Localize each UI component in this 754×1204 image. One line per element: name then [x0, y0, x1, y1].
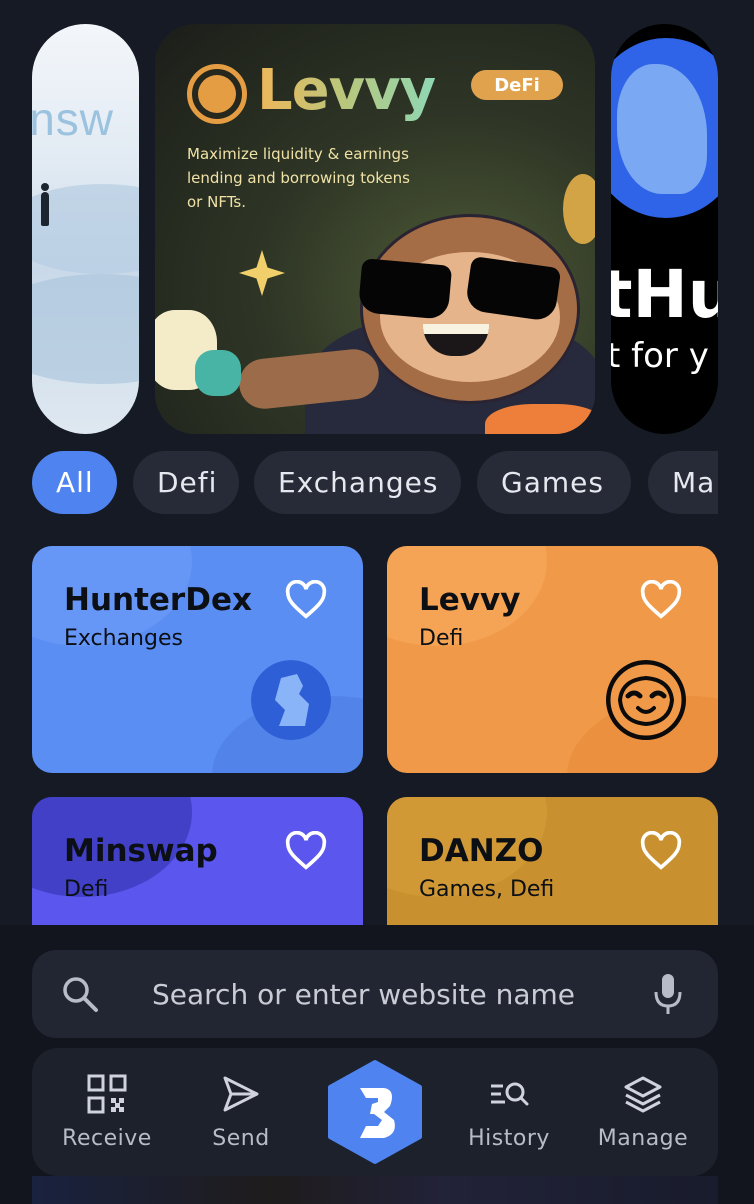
- banner-description: Maximize liquidity & earnings lending an…: [187, 145, 410, 211]
- category-filter-bar: All Defi Exchanges Games Ma: [32, 451, 718, 514]
- nav-send-label: Send: [212, 1125, 270, 1151]
- banner-logo-text: Levvy: [257, 58, 436, 123]
- hunterdex-logo-icon: [251, 660, 331, 740]
- nav-history[interactable]: History: [444, 1048, 574, 1176]
- dapp-card-levvy[interactable]: Levvy Defi: [387, 546, 718, 773]
- brand-logo-icon[interactable]: [326, 1060, 424, 1164]
- history-search-icon: [491, 1082, 529, 1105]
- card-title: Levvy: [419, 582, 521, 618]
- bottom-navigation: Receive Send History Manage: [32, 1048, 718, 1176]
- heart-outline-icon[interactable]: [284, 831, 328, 871]
- nav-manage-label: Manage: [597, 1125, 689, 1151]
- search-icon: [63, 977, 98, 1012]
- banner-levvy[interactable]: Levvy DeFi Maximize liquidity & earnings…: [155, 24, 595, 434]
- card-title: DANZO: [419, 833, 544, 869]
- card-title: Minswap: [64, 833, 218, 869]
- card-category: Defi: [64, 877, 109, 902]
- qr-code-icon: [87, 1074, 127, 1113]
- banner-decoration: [32, 274, 139, 384]
- coin-illustration: [563, 174, 595, 244]
- dapp-banner-carousel[interactable]: insw Levvy DeFi Maximize liquidity & ear…: [0, 24, 754, 434]
- category-chip-more[interactable]: Ma: [648, 451, 718, 514]
- heart-outline-icon[interactable]: [639, 831, 683, 871]
- category-chip-defi[interactable]: Defi: [133, 451, 239, 514]
- banner-watermark: tHu: [611, 256, 718, 333]
- nav-receive-label: Receive: [62, 1125, 152, 1151]
- banner-watermark: insw: [32, 93, 115, 145]
- category-chip-games[interactable]: Games: [477, 451, 631, 514]
- sloth-illustration: [195, 350, 241, 396]
- banner-hunterdex[interactable]: tHu t for y: [611, 24, 718, 434]
- heart-outline-icon[interactable]: [639, 580, 683, 620]
- levvy-logo-icon: [606, 660, 686, 740]
- mic-icon[interactable]: [652, 972, 684, 1016]
- category-chip-exchanges[interactable]: Exchanges: [254, 451, 461, 514]
- nav-receive[interactable]: Receive: [42, 1048, 172, 1176]
- banner-category-tag: DeFi: [471, 70, 563, 100]
- search-bar[interactable]: [32, 950, 718, 1038]
- card-title: HunterDex: [64, 582, 252, 618]
- scrolled-content-peek: [32, 1176, 718, 1204]
- card-category: Exchanges: [64, 626, 183, 651]
- send-icon: [223, 1076, 259, 1111]
- search-input[interactable]: [152, 970, 632, 1018]
- dapp-card-hunterdex[interactable]: HunterDex Exchanges: [32, 546, 363, 773]
- sunglasses-illustration: [360, 262, 560, 316]
- category-chip-all[interactable]: All: [32, 451, 117, 514]
- card-category: Defi: [419, 626, 464, 651]
- heart-outline-icon[interactable]: [284, 580, 328, 620]
- nav-send[interactable]: Send: [176, 1048, 306, 1176]
- banner-decoration: [485, 404, 595, 434]
- card-category: Games, Defi: [419, 877, 555, 902]
- nav-manage[interactable]: Manage: [578, 1048, 708, 1176]
- nav-history-label: History: [468, 1125, 550, 1151]
- sparkle-icon: [239, 250, 285, 296]
- banner-figure-illustration: [41, 183, 49, 226]
- banner-watermark: t for y: [611, 336, 709, 376]
- banner-minswap[interactable]: insw: [32, 24, 139, 434]
- layers-icon: [624, 1076, 662, 1112]
- levvy-logo-icon: [187, 64, 247, 124]
